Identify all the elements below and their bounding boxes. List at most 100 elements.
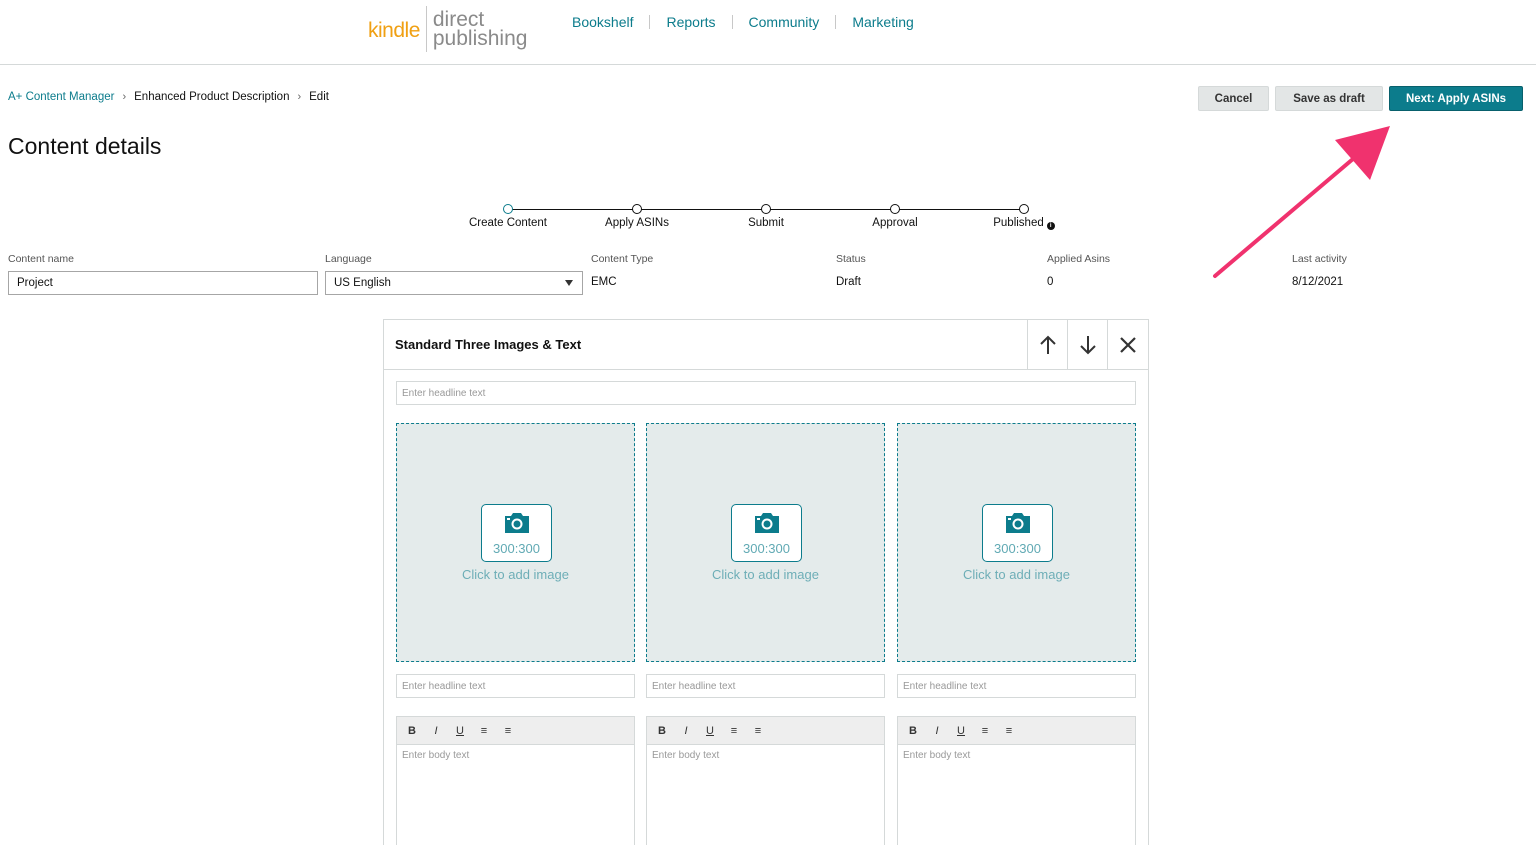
editor-toolbar: B I U ≡ ≡ xyxy=(397,717,634,745)
top-navigation-bar: kindle direct publishing Bookshelf Repor… xyxy=(0,0,1536,65)
editor-toolbar: B I U ≡ ≡ xyxy=(898,717,1135,745)
step-dot xyxy=(632,204,642,214)
breadcrumb-enhanced-product-description[interactable]: Enhanced Product Description xyxy=(134,91,289,103)
column-2-body-editor[interactable]: B I U ≡ ≡ Enter body text xyxy=(646,716,885,845)
camera-glyph xyxy=(755,513,779,533)
breadcrumb-edit: Edit xyxy=(309,91,329,103)
logo-direct-publishing-text: direct publishing xyxy=(433,9,528,49)
chevron-right-icon: › xyxy=(297,91,302,103)
next-apply-asins-button[interactable]: Next: Apply ASINs xyxy=(1389,86,1523,111)
move-up-button[interactable] xyxy=(1027,320,1067,369)
breadcrumb: A+ Content Manager › Enhanced Product De… xyxy=(8,91,329,103)
bold-button[interactable]: B xyxy=(405,725,419,737)
status-label: Status xyxy=(836,253,866,265)
numbered-list-icon[interactable]: ≡ xyxy=(501,725,515,737)
language-select[interactable]: US English xyxy=(325,271,583,295)
numbered-list-icon[interactable]: ≡ xyxy=(1002,725,1016,737)
camera-glyph xyxy=(505,513,529,533)
progress-stepper: Create Content Apply ASINs Submit Approv… xyxy=(460,200,1080,240)
underline-button[interactable]: U xyxy=(703,725,717,737)
bold-button[interactable]: B xyxy=(906,725,920,737)
bullet-list-icon[interactable]: ≡ xyxy=(978,725,992,737)
column-3-headline-input[interactable]: Enter headline text xyxy=(897,674,1136,698)
content-type-value: EMC xyxy=(591,276,617,288)
logo-divider xyxy=(425,6,427,52)
step-submit: Submit xyxy=(706,204,826,229)
applied-asins-value: 0 xyxy=(1047,276,1054,288)
italic-button[interactable]: I xyxy=(679,725,693,737)
column-1-body-editor[interactable]: B I U ≡ ≡ Enter body text xyxy=(396,716,635,845)
step-published: Published i xyxy=(964,204,1084,230)
step-dot xyxy=(890,204,900,214)
step-dot xyxy=(761,204,771,214)
annotation-arrow-icon xyxy=(1213,126,1390,278)
save-as-draft-button[interactable]: Save as draft xyxy=(1275,86,1383,111)
underline-button[interactable]: U xyxy=(453,725,467,737)
click-to-add-image-label: Click to add image xyxy=(462,567,569,582)
applied-asins-label: Applied Asins xyxy=(1047,253,1111,265)
bullet-list-icon[interactable]: ≡ xyxy=(477,725,491,737)
language-selected-value: US English xyxy=(334,277,391,289)
nav-community[interactable]: Community xyxy=(733,14,836,30)
column-3-body-editor[interactable]: B I U ≡ ≡ Enter body text xyxy=(897,716,1136,845)
nav-reports[interactable]: Reports xyxy=(650,14,731,30)
camera-icon: 300:300 xyxy=(481,504,552,562)
info-icon[interactable]: i xyxy=(1046,222,1055,230)
content-name-input[interactable]: Project xyxy=(8,271,318,295)
italic-button[interactable]: I xyxy=(429,725,443,737)
step-label: Submit xyxy=(748,217,784,229)
move-down-button[interactable] xyxy=(1067,320,1107,369)
step-apply-asins: Apply ASINs xyxy=(577,204,697,229)
body-text-input[interactable]: Enter body text xyxy=(898,745,1135,766)
chevron-right-icon: › xyxy=(122,91,127,103)
image-slot-3[interactable]: 300:300 Click to add image xyxy=(897,423,1136,662)
camera-icon: 300:300 xyxy=(982,504,1053,562)
image-ratio-label: 300:300 xyxy=(743,541,790,556)
image-ratio-label: 300:300 xyxy=(493,541,540,556)
column-2-headline-input[interactable]: Enter headline text xyxy=(646,674,885,698)
image-slot-1[interactable]: 300:300 Click to add image xyxy=(396,423,635,662)
module-header: Standard Three Images & Text xyxy=(384,320,1148,370)
status-value: Draft xyxy=(836,276,861,288)
click-to-add-image-label: Click to add image xyxy=(712,567,819,582)
bullet-list-icon[interactable]: ≡ xyxy=(727,725,741,737)
step-label: Create Content xyxy=(469,217,547,229)
arrow-up-icon xyxy=(1039,335,1056,354)
numbered-list-icon[interactable]: ≡ xyxy=(751,725,765,737)
camera-glyph xyxy=(1006,513,1030,533)
step-dot xyxy=(1019,204,1029,214)
editor-toolbar: B I U ≡ ≡ xyxy=(647,717,884,745)
kdp-logo[interactable]: kindle direct publishing xyxy=(368,4,527,54)
breadcrumb-a-plus-content-manager[interactable]: A+ Content Manager xyxy=(8,91,114,103)
camera-icon: 300:300 xyxy=(731,504,802,562)
nav-bookshelf[interactable]: Bookshelf xyxy=(556,14,649,30)
step-approval: Approval xyxy=(835,204,955,229)
module-headline-input[interactable]: Enter headline text xyxy=(396,381,1136,405)
remove-module-button[interactable] xyxy=(1107,320,1147,369)
module-title: Standard Three Images & Text xyxy=(395,337,582,352)
language-label: Language xyxy=(325,253,372,265)
column-1-headline-input[interactable]: Enter headline text xyxy=(396,674,635,698)
step-label: Approval xyxy=(872,217,918,229)
content-type-label: Content Type xyxy=(591,253,654,265)
page-title: Content details xyxy=(8,133,162,159)
step-published-label: Published xyxy=(993,217,1044,229)
arrow-down-icon xyxy=(1079,335,1096,354)
caret-down-icon xyxy=(565,280,573,286)
bold-button[interactable]: B xyxy=(655,725,669,737)
step-create-content: Create Content xyxy=(448,204,568,229)
image-ratio-label: 300:300 xyxy=(994,541,1041,556)
content-name-label: Content name xyxy=(8,253,74,265)
step-dot xyxy=(503,204,513,214)
image-slot-2[interactable]: 300:300 Click to add image xyxy=(646,423,885,662)
body-text-input[interactable]: Enter body text xyxy=(397,745,634,766)
close-icon xyxy=(1119,336,1136,353)
nav-marketing[interactable]: Marketing xyxy=(836,14,929,30)
click-to-add-image-label: Click to add image xyxy=(963,567,1070,582)
module-card: Standard Three Images & Text Enter headl… xyxy=(383,319,1149,845)
italic-button[interactable]: I xyxy=(930,725,944,737)
cancel-button[interactable]: Cancel xyxy=(1198,86,1269,111)
underline-button[interactable]: U xyxy=(954,725,968,737)
step-label: Published i xyxy=(964,217,1084,230)
body-text-input[interactable]: Enter body text xyxy=(647,745,884,766)
